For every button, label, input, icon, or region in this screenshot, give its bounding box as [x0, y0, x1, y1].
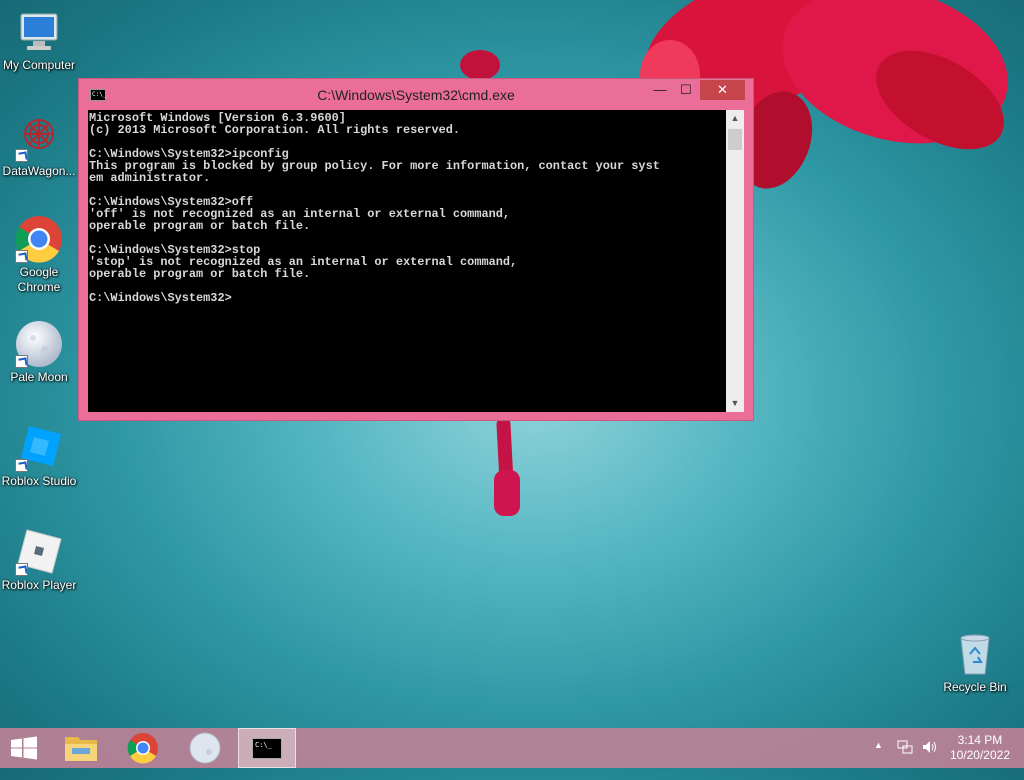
roblox-player-icon	[15, 528, 63, 576]
console-output[interactable]: Microsoft Windows [Version 6.3.9600] (c)…	[88, 110, 726, 412]
desktop-icon-label: Recycle Bin	[943, 680, 1007, 694]
taskbar-chrome[interactable]	[114, 728, 172, 768]
console-text[interactable]: Microsoft Windows [Version 6.3.9600] (c)…	[88, 110, 726, 304]
palemoon-icon	[15, 320, 63, 368]
shortcut-arrow-icon	[15, 459, 28, 472]
scroll-up-icon[interactable]: ▲	[726, 110, 744, 127]
chrome-icon	[15, 215, 63, 263]
desktop-icon-pale-moon[interactable]: Pale Moon	[0, 320, 78, 385]
file-explorer-icon	[65, 737, 97, 761]
cmd-window[interactable]: C:\_ C:\Windows\System32\cmd.exe — ☐ ✕ M…	[78, 78, 754, 421]
vertical-scrollbar[interactable]: ▲ ▼	[726, 110, 744, 412]
scroll-down-icon[interactable]: ▼	[726, 395, 744, 412]
volume-icon[interactable]	[921, 739, 939, 779]
desktop-icon-recycle-bin[interactable]: Recycle Bin	[936, 630, 1014, 695]
computer-icon	[15, 8, 63, 56]
palemoon-icon	[189, 732, 221, 764]
taskbar-clock[interactable]: 3:14 PM 10/20/2022	[950, 733, 1010, 763]
desktop-icon-roblox-studio[interactable]: Roblox Studio	[0, 424, 78, 489]
desktop-icon-label: Google Chrome	[17, 265, 61, 294]
window-titlebar[interactable]: C:\_ C:\Windows\System32\cmd.exe — ☐ ✕	[79, 79, 753, 110]
start-button[interactable]	[0, 728, 48, 768]
taskbar-pale-moon[interactable]	[176, 728, 234, 768]
shortcut-arrow-icon	[15, 250, 28, 263]
chrome-icon	[127, 733, 158, 764]
minimize-button[interactable]: —	[647, 80, 673, 100]
recycle-bin-icon	[951, 630, 999, 678]
desktop-icon-label: My Computer	[2, 58, 76, 72]
close-button[interactable]: ✕	[700, 80, 745, 100]
clock-date: 10/20/2022	[949, 748, 1010, 762]
taskbar-cmd[interactable]: C:\_	[238, 728, 296, 768]
desktop-icon-label: DataWagon...	[2, 164, 76, 178]
show-hidden-icons-button[interactable]: ▲	[874, 740, 883, 780]
desktop-icon-datawagon[interactable]: DataWagon...	[0, 114, 78, 179]
taskbar: C:\_ ▲ 3:14 PM 10/20/2022	[0, 728, 1024, 768]
desktop-icon-roblox-player[interactable]: Roblox Player	[0, 528, 78, 593]
windows-logo-icon	[11, 736, 37, 760]
maximize-button[interactable]: ☐	[673, 80, 699, 100]
desktop-icon-label: Roblox Studio	[1, 474, 77, 488]
datawagon-icon	[15, 114, 63, 162]
desktop-icon-google-chrome[interactable]: Google Chrome	[0, 215, 78, 295]
desktop-icon-label: Pale Moon	[10, 370, 68, 384]
shortcut-arrow-icon	[15, 149, 28, 162]
taskbar-file-explorer[interactable]	[52, 728, 110, 768]
cmd-icon: C:\_	[252, 738, 282, 759]
desktop-icon-label: Roblox Player	[1, 578, 77, 592]
clock-time: 3:14 PM	[957, 733, 1003, 747]
desktop-icon-my-computer[interactable]: My Computer	[0, 8, 78, 73]
scroll-thumb[interactable]	[728, 129, 742, 150]
shortcut-arrow-icon	[15, 355, 28, 368]
network-icon[interactable]	[897, 739, 913, 779]
shortcut-arrow-icon	[15, 563, 28, 576]
roblox-studio-icon	[15, 424, 63, 472]
